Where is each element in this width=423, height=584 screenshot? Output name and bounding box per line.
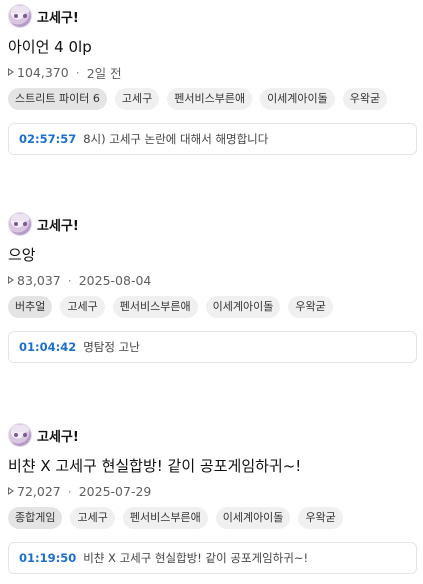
video-meta: 83,037 · 2025-08-04	[0, 271, 423, 289]
channel-name[interactable]: 고세구!	[37, 215, 79, 234]
tag-chip[interactable]: 우왁굳	[342, 88, 388, 110]
tag-chip[interactable]: 우왁굳	[288, 296, 333, 318]
channel-avatar[interactable]	[8, 423, 32, 447]
video-meta: 104,370 · 2일 전	[0, 63, 423, 81]
channel-name[interactable]: 고세구!	[37, 426, 79, 445]
tag-chip[interactable]: 고세구	[70, 507, 115, 529]
view-count: 104,370	[17, 64, 69, 80]
upload-date: 2025-07-29	[78, 483, 152, 499]
play-icon	[8, 487, 14, 495]
tag-chip[interactable]: 펜서비스부른애	[167, 88, 253, 110]
tag-list: 종합게임 고세구 펜서비스부른애 이세계아이돌 우왁굳	[0, 507, 423, 529]
video-card[interactable]: 고세구! 비챤 X 고세구 현실합방! 같이 공포게임하귀~! 72,027 ·…	[0, 422, 423, 574]
channel-row[interactable]: 고세구!	[0, 422, 423, 448]
chapter-timestamp[interactable]: 01:19:50	[19, 551, 76, 565]
tag-chip[interactable]: 이세계아이돌	[215, 507, 291, 529]
chapter-title: 8시) 고세구 논란에 대해서 해명합니다	[83, 132, 269, 146]
channel-avatar[interactable]	[8, 212, 32, 236]
video-meta: 72,027 · 2025-07-29	[0, 482, 423, 500]
video-card[interactable]: 고세구! 아이언 4 0lp 104,370 · 2일 전 스트리트 파이터 6…	[0, 3, 423, 155]
video-feed: 고세구! 아이언 4 0lp 104,370 · 2일 전 스트리트 파이터 6…	[0, 0, 423, 584]
video-title[interactable]: 으앙	[0, 245, 423, 265]
channel-row[interactable]: 고세구!	[0, 211, 423, 237]
tag-chip[interactable]: 펜서비스부른애	[122, 507, 208, 529]
video-title[interactable]: 비챤 X 고세구 현실합방! 같이 공포게임하귀~!	[0, 456, 423, 476]
tag-chip[interactable]: 이세계아이돌	[260, 88, 335, 110]
tag-chip[interactable]: 스트리트 파이터 6	[8, 88, 107, 110]
tag-chip[interactable]: 버추얼	[8, 296, 53, 318]
chapter-timestamp[interactable]: 01:04:42	[19, 340, 76, 354]
view-count: 72,027	[17, 483, 61, 499]
tag-chip[interactable]: 종합게임	[8, 507, 63, 529]
channel-name[interactable]: 고세구!	[37, 7, 79, 26]
tag-chip[interactable]: 이세계아이돌	[205, 296, 281, 318]
tag-list: 버추얼 고세구 펜서비스부른애 이세계아이돌 우왁굳	[0, 296, 423, 318]
play-icon	[8, 276, 14, 284]
tag-chip[interactable]: 우왁굳	[298, 507, 343, 529]
chapter-timestamp[interactable]: 02:57:57	[19, 132, 76, 146]
upload-date: 2025-08-04	[78, 272, 152, 288]
tag-list: 스트리트 파이터 6 고세구 펜서비스부른애 이세계아이돌 우왁굳	[0, 88, 423, 110]
chapter-link[interactable]: 01:19:50 비챤 X 고세구 현실합방! 같이 공포게임하귀~!	[8, 542, 417, 574]
play-icon	[8, 68, 14, 76]
chapter-title: 명탐정 고난	[83, 340, 140, 354]
upload-date: 2일 전	[86, 65, 122, 81]
separator-dot: ·	[75, 64, 80, 80]
view-count: 83,037	[17, 272, 61, 288]
separator-dot: ·	[67, 272, 72, 288]
tag-chip[interactable]: 펜서비스부른애	[112, 296, 198, 318]
chapter-link[interactable]: 02:57:57 8시) 고세구 논란에 대해서 해명합니다	[8, 123, 417, 155]
chapter-title: 비챤 X 고세구 현실합방! 같이 공포게임하귀~!	[83, 551, 309, 565]
video-card[interactable]: 고세구! 으앙 83,037 · 2025-08-04 버추얼 고세구 펜서비스…	[0, 211, 423, 363]
channel-row[interactable]: 고세구!	[0, 3, 423, 29]
tag-chip[interactable]: 고세구	[114, 88, 160, 110]
video-title[interactable]: 아이언 4 0lp	[0, 37, 423, 57]
channel-avatar[interactable]	[8, 4, 32, 28]
separator-dot: ·	[67, 483, 72, 499]
chapter-link[interactable]: 01:04:42 명탐정 고난	[8, 331, 417, 363]
tag-chip[interactable]: 고세구	[60, 296, 105, 318]
